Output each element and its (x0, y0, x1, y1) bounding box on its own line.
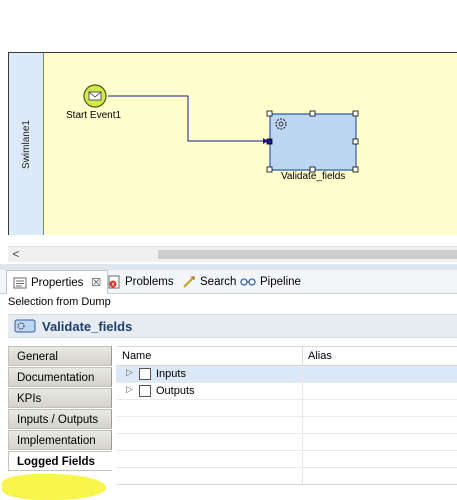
table-bottom-border (116, 484, 457, 485)
task-validate-fields[interactable] (266, 110, 359, 173)
property-side-tabs: General Documentation KPIs Inputs / Outp… (8, 346, 112, 472)
expand-arrow-icon[interactable]: ▷ (126, 367, 133, 378)
column-divider[interactable] (302, 347, 303, 367)
problems-icon: x (108, 275, 120, 289)
table-row-empty (116, 468, 457, 485)
sequence-flow[interactable] (108, 95, 268, 142)
cell-divider (302, 451, 303, 468)
properties-icon (13, 277, 27, 288)
side-tab-inputs-outputs[interactable]: Inputs / Outputs (8, 409, 112, 429)
column-header-alias[interactable]: Alias (308, 350, 332, 362)
table-header: Name Alias (116, 346, 457, 367)
search-icon (183, 276, 195, 288)
table-row[interactable]: ▷ Inputs (116, 366, 457, 383)
horizontal-scrollbar[interactable]: < (8, 246, 457, 262)
logged-fields-table: Name Alias ▷ Inputs ▷ Outputs (116, 346, 457, 485)
side-tab-implementation[interactable]: Implementation (8, 430, 112, 450)
envelope-icon (88, 91, 102, 101)
expand-arrow-icon[interactable]: ▷ (126, 384, 133, 395)
cell-divider (302, 383, 303, 400)
scrollbar-thumb[interactable] (158, 250, 457, 259)
tab-properties-label: Properties (31, 276, 84, 289)
side-tab-documentation[interactable]: Documentation (8, 367, 112, 387)
tab-search[interactable]: Search (182, 270, 236, 294)
properties-header: Validate_fields (8, 314, 457, 338)
tab-properties[interactable]: Properties ☒ (6, 270, 109, 294)
properties-header-title: Validate_fields (42, 318, 133, 334)
start-event[interactable] (83, 84, 107, 108)
row-name: Inputs (156, 368, 186, 380)
svg-text:x: x (111, 281, 115, 288)
yellow-highlight-annotation (2, 474, 106, 500)
close-icon[interactable]: ☒ (91, 276, 101, 289)
cell-divider (302, 468, 303, 485)
scroll-left-arrow-icon[interactable]: < (10, 247, 22, 262)
cell-divider (302, 417, 303, 434)
tab-problems[interactable]: x Problems (108, 270, 174, 294)
pipeline-icon (240, 278, 256, 286)
tab-pipeline[interactable]: Pipeline (240, 270, 301, 294)
table-row-empty (116, 451, 457, 468)
tab-pipeline-label: Pipeline (260, 276, 301, 288)
side-tab-logged-fields[interactable]: Logged Fields (8, 451, 112, 471)
start-event-label: Start Event1 (66, 110, 122, 121)
view-tab-bar: Properties ☒ x Problems Search Pipeline (0, 270, 457, 294)
row-checkbox[interactable] (139, 368, 151, 380)
tab-problems-label: Problems (125, 276, 174, 288)
app-window: Swimlane1 Start Event1 Validate_fields <… (0, 0, 457, 500)
tab-search-label: Search (200, 276, 237, 288)
row-name: Outputs (156, 385, 195, 397)
side-tab-kpis[interactable]: KPIs (8, 388, 112, 408)
table-row-empty (116, 434, 457, 451)
column-header-name[interactable]: Name (122, 350, 151, 362)
table-row-empty (116, 417, 457, 434)
task-label: Validate_fields (281, 171, 346, 182)
cell-divider (302, 400, 303, 417)
cell-divider (302, 366, 303, 383)
row-checkbox[interactable] (139, 385, 151, 397)
table-row[interactable]: ▷ Outputs (116, 383, 457, 400)
side-tab-general[interactable]: General (8, 346, 112, 366)
selection-source-text: Selection from Dump (8, 296, 111, 308)
service-task-icon (14, 319, 36, 333)
table-row-empty (116, 400, 457, 417)
cell-divider (302, 434, 303, 451)
